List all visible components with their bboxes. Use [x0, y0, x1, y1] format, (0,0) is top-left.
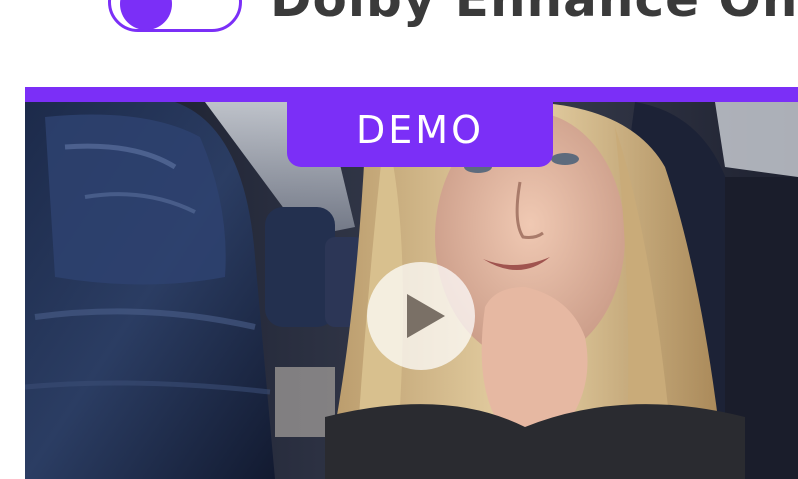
- enhance-toggle-switch[interactable]: [108, 0, 242, 32]
- page: Dolby Enhance On: [0, 0, 798, 479]
- play-button[interactable]: [367, 262, 475, 370]
- demo-badge: DEMO: [287, 87, 553, 167]
- demo-video-player[interactable]: DEMO: [25, 87, 798, 479]
- enhance-toggle-row: Dolby Enhance On: [0, 0, 798, 60]
- demo-badge-label: DEMO: [356, 108, 484, 152]
- enhance-toggle-label: Dolby Enhance On: [270, 0, 798, 28]
- play-icon: [407, 294, 445, 338]
- toggle-knob: [120, 0, 172, 30]
